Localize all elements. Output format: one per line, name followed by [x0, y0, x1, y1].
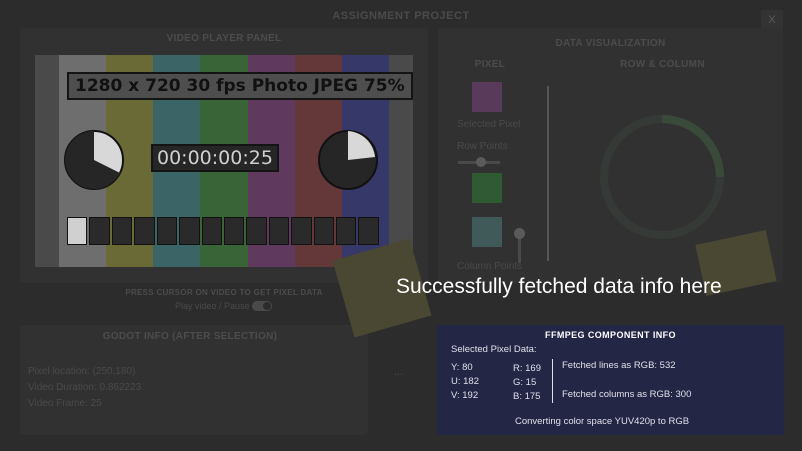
yuv-value: U: 182: [451, 376, 479, 387]
selected-pixel-data-label: Selected Pixel Data:: [451, 344, 537, 355]
rgb-value: R: 169: [513, 363, 541, 374]
conversion-status: Converting color space YUV420p to RGB: [515, 416, 690, 427]
ffmpeg-info-panel: FFMPEG COMPONENT INFO Selected Pixel Dat…: [437, 325, 784, 435]
fetched-columns: Fetched columns as RGB: 300: [562, 389, 692, 400]
godot-info-line: Video Duration: 0.862223: [28, 382, 142, 393]
video-timecode: 00:00:00:25: [151, 144, 279, 172]
frame-counter-boxes: [67, 217, 379, 245]
info-divider: [552, 359, 553, 403]
row-column-title: ROW & COLUMN: [620, 59, 705, 70]
success-banner: Successfully fetched data info here: [396, 275, 722, 298]
more-button[interactable]: ...: [394, 366, 403, 378]
data-viz-title: DATA VISUALIZATION: [555, 38, 666, 49]
yuv-value: Y: 80: [451, 362, 473, 373]
selected-pixel-label: Selected Pixel: [457, 119, 521, 130]
close-button[interactable]: X: [761, 10, 783, 30]
row-points-label: Row Points: [457, 141, 508, 152]
teal-swatch: [472, 217, 502, 247]
rgb-value: B: 175: [513, 391, 541, 402]
viz-divider: [547, 86, 549, 261]
row-points-slider[interactable]: [458, 157, 500, 167]
fetched-lines: Fetched lines as RGB: 532: [562, 360, 676, 371]
app-title: ASSIGNMENT PROJECT: [332, 10, 470, 22]
selected-pixel-swatch: [472, 82, 502, 112]
row-column-ring-chart: [600, 115, 724, 239]
godot-info-line: Video Frame: 25: [28, 398, 102, 409]
column-points-label: Column Points: [457, 261, 523, 272]
video-panel-title: VIDEO PLAYER PANEL: [166, 33, 282, 44]
column-points-slider[interactable]: [514, 228, 525, 263]
godot-info-line: Pixel location: (250,180): [28, 366, 136, 377]
clock-wipe-right-icon: [318, 130, 378, 190]
rgb-value: G: 15: [513, 377, 537, 388]
video-format-overlay: 1280 x 720 30 fps Photo JPEG 75%: [67, 72, 413, 100]
godot-info-title: GODOT INFO (AFTER SELECTION): [102, 331, 278, 342]
pixel-title: PIXEL: [474, 59, 506, 70]
yuv-value: V: 192: [451, 390, 479, 401]
play-toggle-label: Play video / Pause: [175, 301, 250, 311]
play-toggle[interactable]: [252, 301, 272, 311]
ffmpeg-info-title: FFMPEG COMPONENT INFO: [545, 330, 676, 340]
green-swatch: [472, 173, 502, 203]
clock-wipe-left-icon: [64, 130, 124, 190]
video-frame[interactable]: 1280 x 720 30 fps Photo JPEG 75% 00:00:0…: [35, 55, 413, 267]
